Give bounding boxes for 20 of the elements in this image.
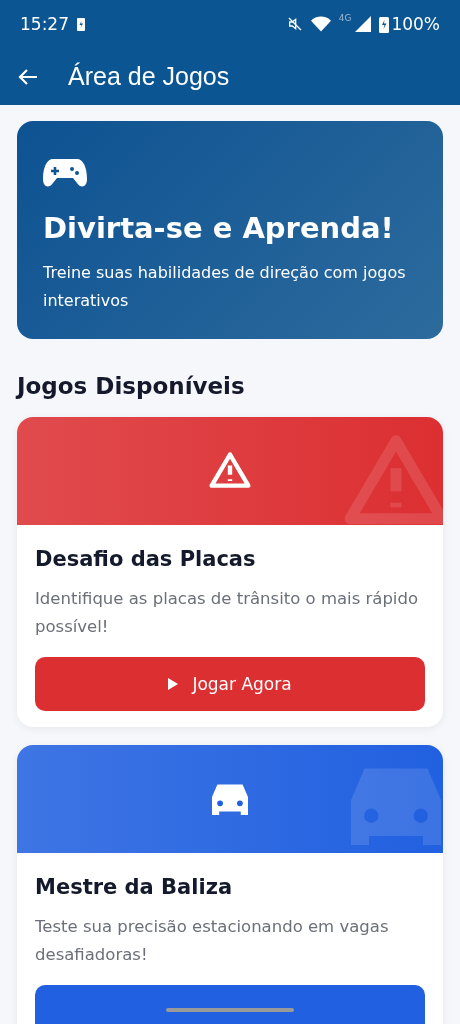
battery-icon xyxy=(379,15,390,33)
battery-charging-icon xyxy=(77,17,85,31)
page-title: Área de Jogos xyxy=(68,62,230,91)
game-description: Identifique as placas de trânsito o mais rápido possível! xyxy=(35,588,420,638)
gamepad-icon xyxy=(43,157,87,189)
game-description: Teste sua precisão estacionando em vagas desafiadoras! xyxy=(35,916,390,966)
hero-subtitle: Treine suas habilidades de direção com jogos interativos xyxy=(43,262,407,312)
signal-icon xyxy=(355,16,372,32)
clock: 15:27 xyxy=(20,14,69,34)
section-title: Jogos Disponíveis xyxy=(17,373,246,399)
game-title: Desafio das Placas xyxy=(35,547,257,571)
game-title: Mestre da Baliza xyxy=(35,875,234,899)
back-arrow-icon[interactable] xyxy=(18,67,38,86)
play-button[interactable]: Jogar Agora xyxy=(35,657,425,711)
wifi-icon xyxy=(310,16,331,32)
play-icon xyxy=(168,678,179,690)
mute-icon xyxy=(286,16,303,32)
battery-percentage: 100% xyxy=(391,14,440,34)
network-type: 4G xyxy=(338,13,352,23)
hero-title: Divirta-se e Aprenda! xyxy=(43,211,395,245)
